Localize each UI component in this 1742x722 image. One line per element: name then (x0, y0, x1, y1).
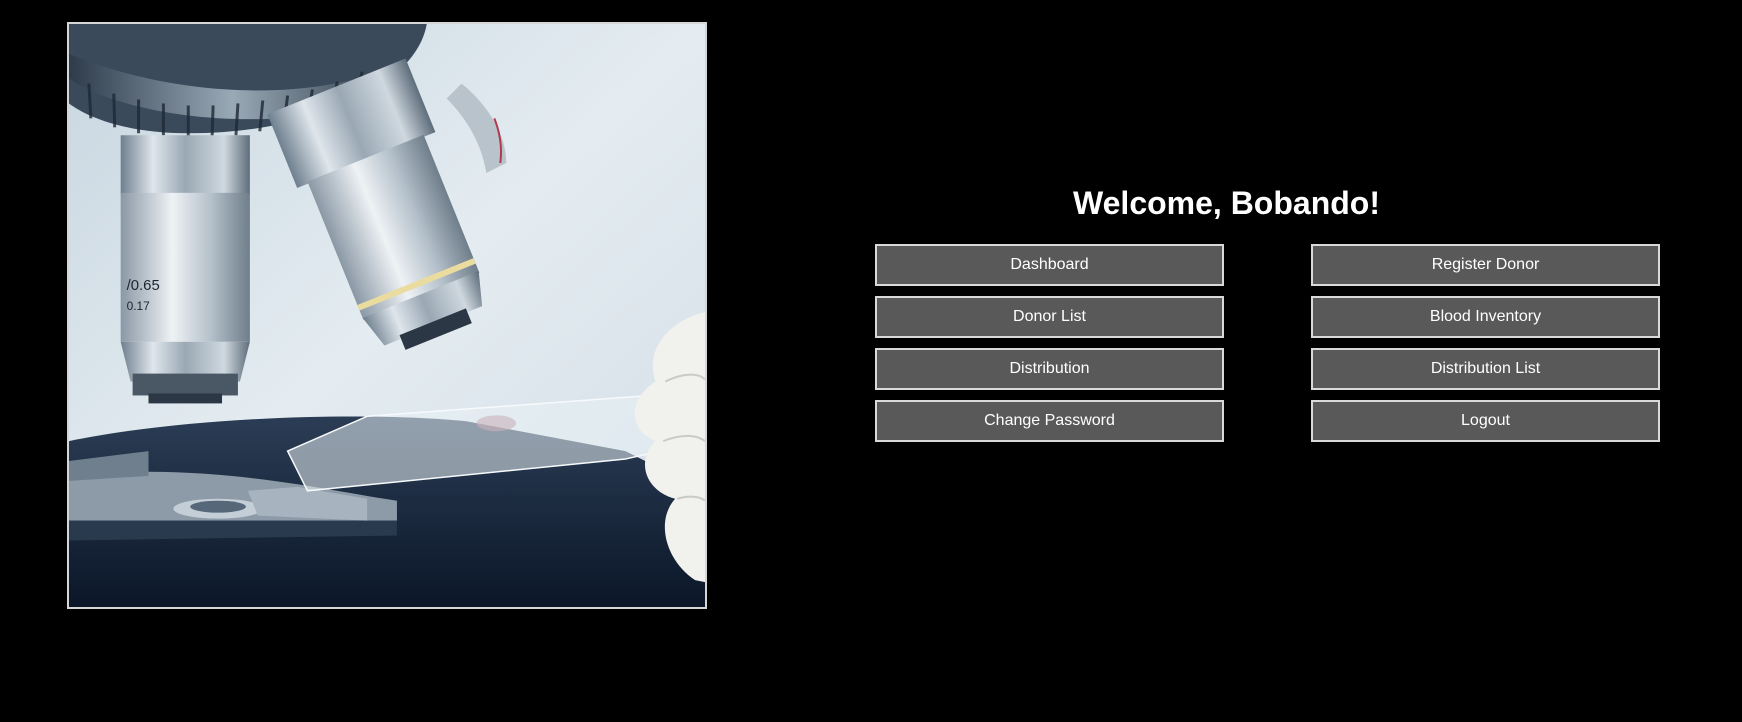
hero-image: /0.65 0.17 (67, 22, 707, 609)
donor-list-button[interactable]: Donor List (875, 296, 1224, 338)
change-password-button[interactable]: Change Password (875, 400, 1224, 442)
distribution-list-button[interactable]: Distribution List (1311, 348, 1660, 390)
microscope-illustration: /0.65 0.17 (69, 24, 705, 607)
dashboard-button[interactable]: Dashboard (875, 244, 1224, 286)
welcome-heading: Welcome, Bobando! (875, 181, 1742, 225)
blood-inventory-button[interactable]: Blood Inventory (1311, 296, 1660, 338)
logout-button[interactable]: Logout (1311, 400, 1660, 442)
welcome-text: Welcome, Bobando! (1073, 185, 1380, 221)
distribution-button[interactable]: Distribution (875, 348, 1224, 390)
svg-text:/0.65: /0.65 (127, 278, 160, 294)
register-donor-button[interactable]: Register Donor (1311, 244, 1660, 286)
svg-text:0.17: 0.17 (127, 299, 151, 313)
